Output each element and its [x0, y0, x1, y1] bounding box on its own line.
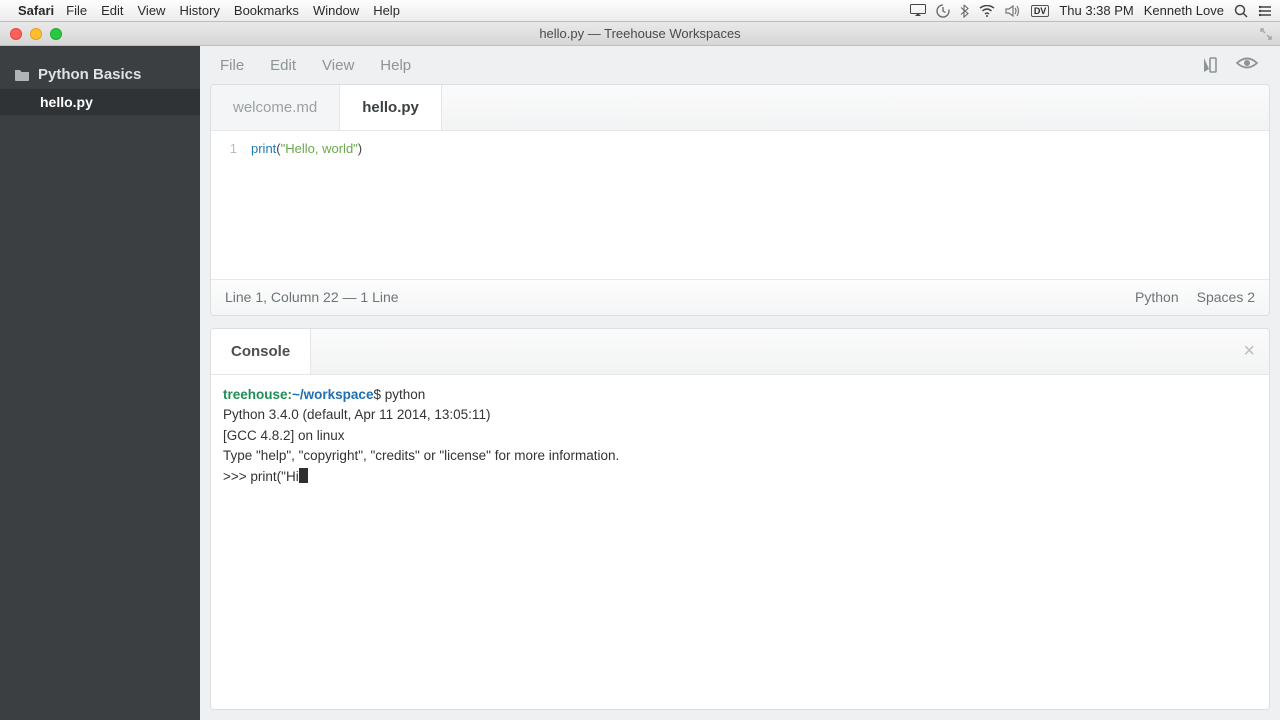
- menubar-help[interactable]: Help: [373, 3, 400, 18]
- console-tab-label: Console: [231, 343, 290, 360]
- token-paren-close: ): [358, 141, 362, 156]
- project-name: Python Basics: [38, 66, 141, 83]
- dv-badge[interactable]: DV: [1031, 5, 1050, 17]
- window-title: hello.py — Treehouse Workspaces: [0, 26, 1280, 41]
- editor-menubar: File Edit View Help: [210, 46, 1270, 84]
- editor-statusbar: Line 1, Column 22 — 1 Line Python Spaces…: [211, 279, 1269, 315]
- menubar-view[interactable]: View: [138, 3, 166, 18]
- term-command: python: [385, 387, 426, 402]
- wifi-icon[interactable]: [979, 5, 995, 17]
- code-line: print("Hello, world"): [251, 139, 1269, 159]
- minimize-window-button[interactable]: [30, 28, 42, 40]
- menubar-app-name[interactable]: Safari: [18, 3, 54, 18]
- editor-menu-help[interactable]: Help: [380, 57, 411, 74]
- zoom-window-button[interactable]: [50, 28, 62, 40]
- bluetooth-icon[interactable]: [960, 4, 969, 18]
- traffic-lights: [10, 28, 62, 40]
- editor-menu-edit[interactable]: Edit: [270, 57, 296, 74]
- editor-menu-view[interactable]: View: [322, 57, 354, 74]
- menubar-file[interactable]: File: [66, 3, 87, 18]
- status-indent[interactable]: Spaces 2: [1197, 289, 1255, 305]
- term-prompt-suffix: $: [373, 387, 384, 402]
- term-output-3: Type "help", "copyright", "credits" or "…: [223, 448, 619, 463]
- tab-hello[interactable]: hello.py: [340, 85, 442, 130]
- editor-tabs: welcome.md hello.py: [211, 85, 1269, 131]
- fullscreen-icon[interactable]: [1260, 28, 1272, 40]
- notifications-icon[interactable]: [1258, 5, 1272, 17]
- folder-icon: [14, 68, 30, 81]
- spotlight-icon[interactable]: [1234, 4, 1248, 18]
- file-tree-sidebar: Python Basics hello.py: [0, 46, 200, 720]
- term-output-2: [GCC 4.8.2] on linux: [223, 428, 345, 443]
- mac-menubar: Safari File Edit View History Bookmarks …: [0, 0, 1280, 22]
- sidebar-file-label: hello.py: [40, 94, 93, 110]
- status-cursor: Line 1, Column 22 — 1 Line: [225, 289, 399, 305]
- token-fn: print: [251, 141, 276, 156]
- term-output-1: Python 3.4.0 (default, Apr 11 2014, 13:0…: [223, 407, 490, 422]
- menubar-bookmarks[interactable]: Bookmarks: [234, 3, 299, 18]
- term-path: ~/workspace: [292, 387, 373, 402]
- menubar-tray: DV Thu 3:38 PM Kenneth Love: [910, 3, 1272, 18]
- close-window-button[interactable]: [10, 28, 22, 40]
- menubar-user[interactable]: Kenneth Love: [1144, 3, 1224, 18]
- console-tab[interactable]: Console: [211, 329, 311, 374]
- menubar-history[interactable]: History: [179, 3, 219, 18]
- term-repl-input: print("Hi: [250, 469, 298, 484]
- window-titlebar: hello.py — Treehouse Workspaces: [0, 22, 1280, 46]
- line-number: 1: [211, 139, 251, 159]
- status-language[interactable]: Python: [1135, 289, 1179, 305]
- tab-welcome-label: welcome.md: [233, 99, 317, 116]
- tab-welcome[interactable]: welcome.md: [211, 85, 340, 130]
- menubar-clock[interactable]: Thu 3:38 PM: [1059, 3, 1133, 18]
- term-host: treehouse:: [223, 387, 292, 402]
- timemachine-icon[interactable]: [936, 4, 950, 18]
- airplay-icon[interactable]: [910, 4, 926, 17]
- preview-icon[interactable]: [1236, 56, 1258, 70]
- term-repl-prompt: >>>: [223, 469, 250, 484]
- console-close-button[interactable]: ×: [1243, 340, 1255, 363]
- terminal[interactable]: treehouse:~/workspace$ python Python 3.4…: [211, 375, 1269, 710]
- menubar-edit[interactable]: Edit: [101, 3, 123, 18]
- menubar-window[interactable]: Window: [313, 3, 359, 18]
- editor-menu-file[interactable]: File: [220, 57, 244, 74]
- volume-icon[interactable]: [1005, 5, 1021, 17]
- token-string: "Hello, world": [281, 141, 358, 156]
- run-icon[interactable]: [1200, 56, 1218, 74]
- console-panel: Console × treehouse:~/workspace$ python …: [210, 328, 1270, 711]
- tab-hello-label: hello.py: [362, 99, 419, 116]
- code-editor[interactable]: 1 print("Hello, world"): [211, 131, 1269, 279]
- console-head: Console ×: [211, 329, 1269, 375]
- project-folder[interactable]: Python Basics: [0, 60, 200, 89]
- sidebar-file-hello[interactable]: hello.py: [0, 89, 200, 115]
- terminal-cursor: [299, 468, 308, 483]
- editor-panel: welcome.md hello.py 1 print("Hello, worl…: [210, 84, 1270, 316]
